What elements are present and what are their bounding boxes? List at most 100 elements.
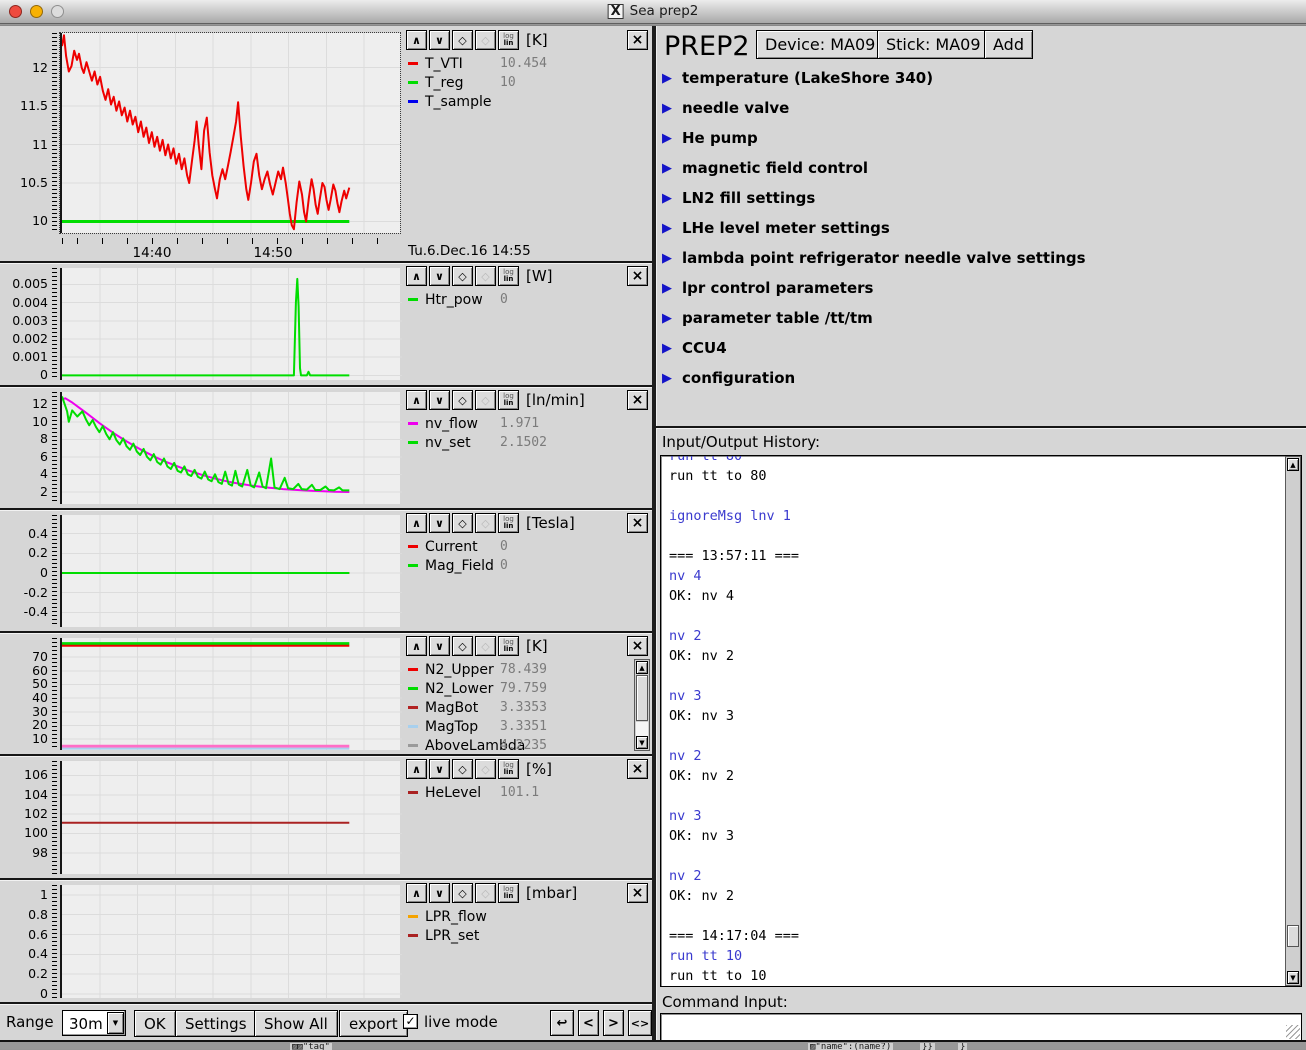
auto-scale-button[interactable]: ◇ xyxy=(452,513,473,533)
legend-row[interactable]: Mag_Field0 xyxy=(408,556,630,575)
history-scrollbar[interactable]: ▲ ▼ xyxy=(1285,456,1301,986)
command-input[interactable] xyxy=(663,1016,1273,1038)
expand-arrow-icon[interactable]: ▶ xyxy=(662,221,672,236)
scroll-up-button[interactable]: ∧ xyxy=(406,513,427,533)
legend-row[interactable]: T_sample xyxy=(408,92,630,111)
expand-arrow-icon[interactable]: ▶ xyxy=(662,101,672,116)
auto-scale-button[interactable]: ◇ xyxy=(452,30,473,50)
scroll-up-icon[interactable]: ▲ xyxy=(636,661,648,674)
panel-close-button[interactable]: × xyxy=(627,390,648,410)
legend-row[interactable]: AboveLambda4.2235 xyxy=(408,736,630,755)
tree-item[interactable]: ▶LHe level meter settings xyxy=(662,213,890,243)
log-lin-toggle[interactable]: loglin xyxy=(498,390,519,410)
scroll-up-button[interactable]: ∧ xyxy=(406,390,427,410)
scroll-down-button[interactable]: ∨ xyxy=(429,513,450,533)
legend-row[interactable]: nv_set2.1502 xyxy=(408,433,630,452)
history-scrollbar-thumb[interactable] xyxy=(1287,925,1299,947)
legend-row[interactable]: T_VTI10.454 xyxy=(408,54,630,73)
scroll-up-button[interactable]: ∧ xyxy=(406,636,427,656)
auto-scale-button[interactable]: ◇ xyxy=(452,390,473,410)
plot-area[interactable] xyxy=(60,638,400,750)
expand-arrow-icon[interactable]: ▶ xyxy=(662,191,672,206)
log-lin-toggle[interactable]: loglin xyxy=(498,30,519,50)
tree-item[interactable]: ▶He pump xyxy=(662,123,758,153)
auto-scale-disabled-button[interactable]: ◇ xyxy=(475,759,496,779)
panel-close-button[interactable]: × xyxy=(627,759,648,779)
plot-area[interactable] xyxy=(60,761,400,874)
legend-row[interactable]: HeLevel101.1 xyxy=(408,783,630,802)
minimize-window-button[interactable] xyxy=(30,5,43,18)
resize-grip-icon[interactable] xyxy=(1286,1025,1300,1039)
auto-scale-disabled-button[interactable]: ◇ xyxy=(475,266,496,286)
plot-area[interactable] xyxy=(60,33,400,233)
export-button[interactable]: export xyxy=(339,1010,408,1037)
tree-item[interactable]: ▶magnetic field control xyxy=(662,153,868,183)
zoom-window-button[interactable] xyxy=(51,5,64,18)
scroll-down-button[interactable]: ∨ xyxy=(429,883,450,903)
scroll-down-icon[interactable]: ▼ xyxy=(636,736,648,749)
log-lin-toggle[interactable]: loglin xyxy=(498,883,519,903)
show-all-button[interactable]: Show All xyxy=(254,1010,338,1037)
legend-row[interactable]: N2_Upper78.439 xyxy=(408,660,630,679)
close-window-button[interactable] xyxy=(9,5,22,18)
chevron-down-icon[interactable]: ▼ xyxy=(107,1012,124,1034)
legend-row[interactable]: Current0 xyxy=(408,537,630,556)
panel-close-button[interactable]: × xyxy=(627,883,648,903)
auto-scale-disabled-button[interactable]: ◇ xyxy=(475,30,496,50)
panel-close-button[interactable]: × xyxy=(627,30,648,50)
auto-scale-disabled-button[interactable]: ◇ xyxy=(475,390,496,410)
plot-area[interactable] xyxy=(60,392,400,504)
range-select[interactable]: 30m ▼ xyxy=(62,1010,126,1036)
auto-scale-button[interactable]: ◇ xyxy=(452,759,473,779)
expand-arrow-icon[interactable]: ▶ xyxy=(662,251,672,266)
tree-item[interactable]: ▶CCU4 xyxy=(662,333,727,363)
log-lin-toggle[interactable]: loglin xyxy=(498,636,519,656)
legend-row[interactable]: nv_flow1.971 xyxy=(408,414,630,433)
expand-arrow-icon[interactable]: ▶ xyxy=(662,281,672,296)
plot-area[interactable] xyxy=(60,885,400,998)
tree-item[interactable]: ▶LN2 fill settings xyxy=(662,183,815,213)
legend-scrollbar-thumb[interactable] xyxy=(636,675,648,721)
log-lin-toggle[interactable]: loglin xyxy=(498,266,519,286)
plot-area[interactable] xyxy=(60,515,400,627)
ok-button[interactable]: OK xyxy=(134,1010,176,1037)
auto-scale-button[interactable]: ◇ xyxy=(452,636,473,656)
legend-row[interactable]: MagTop3.3351 xyxy=(408,717,630,736)
pan-left-button[interactable]: < xyxy=(578,1010,599,1036)
live-mode-checkbox[interactable]: ✓ xyxy=(403,1014,418,1029)
scroll-up-button[interactable]: ∧ xyxy=(406,883,427,903)
scroll-down-button[interactable]: ∨ xyxy=(429,390,450,410)
scroll-up-button[interactable]: ∧ xyxy=(406,759,427,779)
panel-close-button[interactable]: × xyxy=(627,513,648,533)
settings-button[interactable]: Settings xyxy=(175,1010,257,1037)
expand-arrow-icon[interactable]: ▶ xyxy=(662,341,672,356)
legend-row[interactable]: Htr_pow0 xyxy=(408,290,630,309)
tree-item[interactable]: ▶temperature (LakeShore 340) xyxy=(662,63,933,93)
auto-scale-disabled-button[interactable]: ◇ xyxy=(475,513,496,533)
legend-row[interactable]: T_reg10 xyxy=(408,73,630,92)
stick-button[interactable]: Stick: MA09 xyxy=(877,30,990,59)
scroll-up-button[interactable]: ∧ xyxy=(406,30,427,50)
legend-row[interactable]: N2_Lower79.759 xyxy=(408,679,630,698)
log-lin-toggle[interactable]: loglin xyxy=(498,759,519,779)
expand-arrow-icon[interactable]: ▶ xyxy=(662,311,672,326)
auto-scale-button[interactable]: ◇ xyxy=(452,266,473,286)
tree-item[interactable]: ▶configuration xyxy=(662,363,795,393)
scroll-down-button[interactable]: ∨ xyxy=(429,30,450,50)
add-button[interactable]: Add xyxy=(984,30,1033,59)
legend-row[interactable]: LPR_set xyxy=(408,926,630,945)
plot-area[interactable] xyxy=(60,268,400,380)
tree-item[interactable]: ▶lpr control parameters xyxy=(662,273,873,303)
legend-row[interactable]: LPR_flow xyxy=(408,907,630,926)
tree-item[interactable]: ▶lambda point refrigerator needle valve … xyxy=(662,243,1086,273)
log-lin-toggle[interactable]: loglin xyxy=(498,513,519,533)
tree-item[interactable]: ▶needle valve xyxy=(662,93,789,123)
expand-arrow-icon[interactable]: ▶ xyxy=(662,371,672,386)
expand-arrow-icon[interactable]: ▶ xyxy=(662,161,672,176)
expand-arrow-icon[interactable]: ▶ xyxy=(662,71,672,86)
panel-close-button[interactable]: × xyxy=(627,636,648,656)
auto-scale-disabled-button[interactable]: ◇ xyxy=(475,636,496,656)
auto-scale-disabled-button[interactable]: ◇ xyxy=(475,883,496,903)
title-bar[interactable]: X Sea prep2 xyxy=(0,0,1306,24)
device-button[interactable]: Device: MA09 xyxy=(756,30,884,59)
